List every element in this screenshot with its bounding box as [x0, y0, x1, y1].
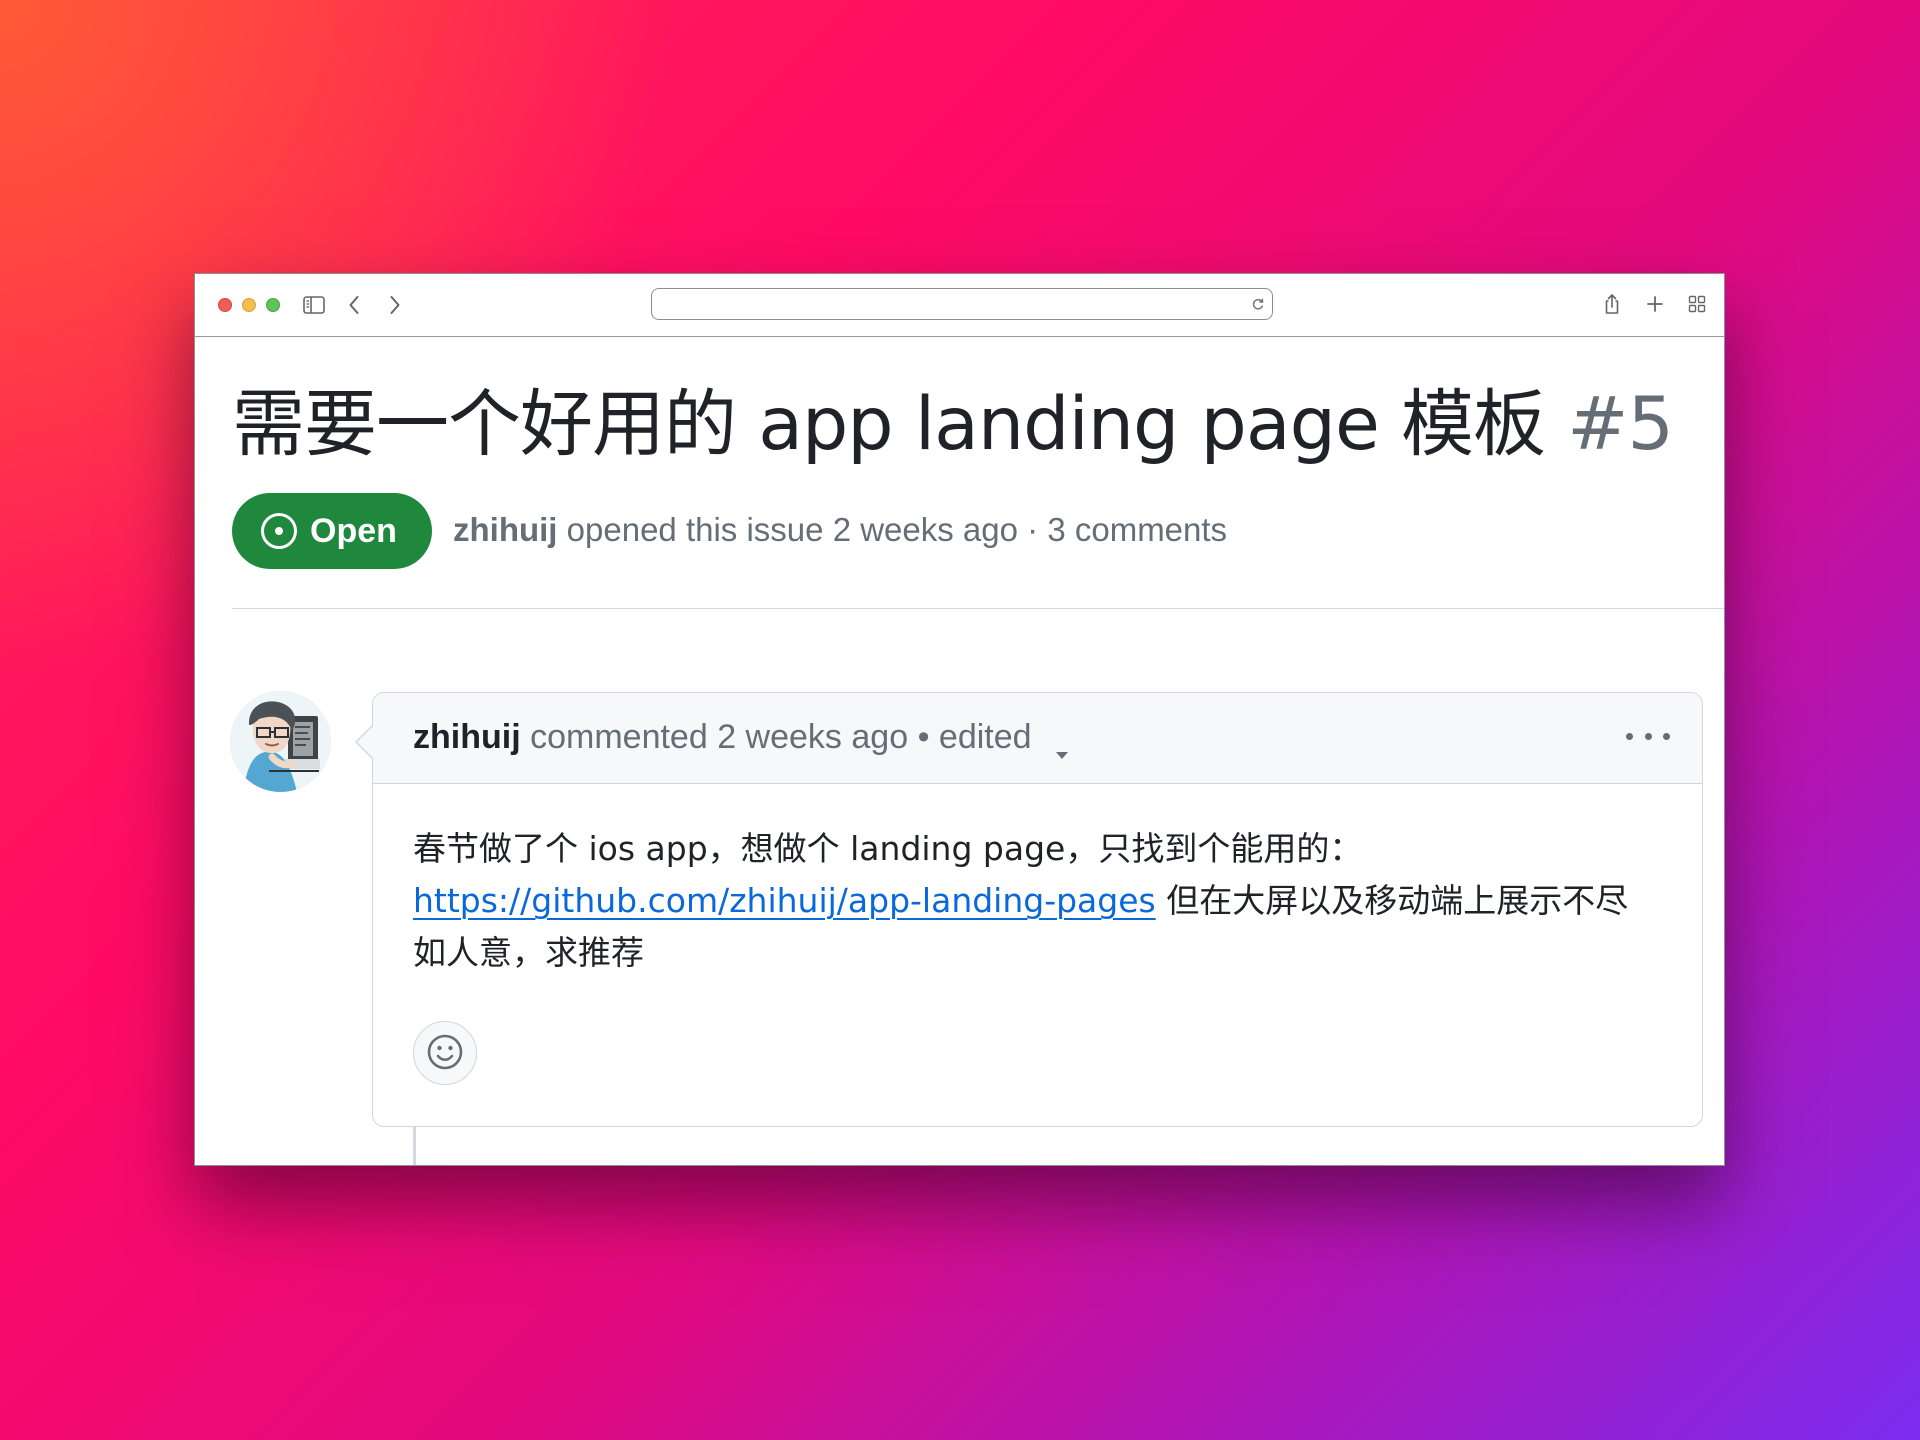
- comment-time[interactable]: 2 weeks ago: [717, 718, 908, 756]
- address-bar[interactable]: [651, 288, 1273, 320]
- issue-number: #5: [1567, 382, 1674, 467]
- issue-comment-count: 3 comments: [1047, 511, 1228, 548]
- comment-action: commented: [530, 718, 708, 756]
- new-tab-icon[interactable]: [1646, 295, 1664, 313]
- back-icon[interactable]: [346, 294, 362, 316]
- smiley-icon: [425, 1032, 465, 1075]
- share-icon[interactable]: [1603, 292, 1621, 316]
- comment-author-link[interactable]: zhihuij: [413, 718, 521, 756]
- issue-page-content: 需要一个好用的 app landing page 模板 #5 Open zhih…: [195, 337, 1724, 1165]
- browser-window: 需要一个好用的 app landing page 模板 #5 Open zhih…: [194, 273, 1725, 1166]
- close-window-button[interactable]: [218, 298, 232, 312]
- add-reaction-button[interactable]: [413, 1021, 477, 1085]
- issue-title: 需要一个好用的 app landing page 模板 #5: [232, 377, 1702, 473]
- zoom-window-button[interactable]: [266, 298, 280, 312]
- comment-body-line: 春节做了个 ios app，想做个 landing page，只找到个能用的：: [413, 829, 1363, 868]
- comment-link[interactable]: https://github.com/zhihuij/app-landing-p…: [413, 881, 1156, 920]
- issue-header-divider: [232, 608, 1724, 609]
- tab-overview-icon[interactable]: [1688, 295, 1706, 313]
- timeline-connector: [413, 1127, 416, 1165]
- comment-meta-separator: •: [917, 718, 930, 756]
- comment-body-line: 如人意，求推荐: [413, 933, 644, 972]
- more-dot-icon: [1626, 732, 1633, 740]
- reload-icon[interactable]: [1251, 297, 1265, 311]
- browser-toolbar: [195, 274, 1724, 337]
- comment-header-text: zhihuij commented 2 weeks ago • edited: [413, 713, 1071, 761]
- comment-body: 春节做了个 ios app，想做个 landing page，只找到个能用的： …: [413, 823, 1653, 979]
- issue-meta: zhihuij opened this issue 2 weeks ago · …: [453, 507, 1653, 553]
- comment-header: zhihuij commented 2 weeks ago • edited: [373, 693, 1702, 784]
- avatar[interactable]: [230, 691, 331, 792]
- issue-state-label: Open: [310, 511, 397, 550]
- issue-meta-separator: ·: [1027, 511, 1039, 548]
- issue-state-badge: Open: [232, 493, 432, 569]
- issue-author-link[interactable]: zhihuij: [453, 511, 557, 548]
- forward-icon[interactable]: [387, 294, 403, 316]
- minimize-window-button[interactable]: [242, 298, 256, 312]
- comment-body-line: https://github.com/zhihuij/app-landing-p…: [413, 875, 1653, 927]
- issue-title-text: 需要一个好用的 app landing page 模板: [232, 382, 1546, 467]
- comment-pointer-fill: [357, 725, 374, 759]
- issue-opened-icon: [259, 511, 299, 551]
- more-dot-icon: [1663, 732, 1670, 740]
- issue-comment-card: zhihuij commented 2 weeks ago • edited 春…: [355, 692, 1703, 1127]
- more-icon[interactable]: [1626, 727, 1670, 745]
- issue-opened-time[interactable]: 2 weeks ago: [833, 511, 1018, 548]
- issue-opened-text: opened this issue: [566, 511, 824, 548]
- sidebar-icon[interactable]: [303, 295, 325, 315]
- comment-body-text: 但在大屏以及移动端上展示不尽: [1155, 881, 1629, 920]
- more-dot-icon: [1644, 732, 1652, 740]
- dropdown-caret-icon[interactable]: [1053, 729, 1071, 759]
- comment-edited-label[interactable]: edited: [939, 718, 1032, 756]
